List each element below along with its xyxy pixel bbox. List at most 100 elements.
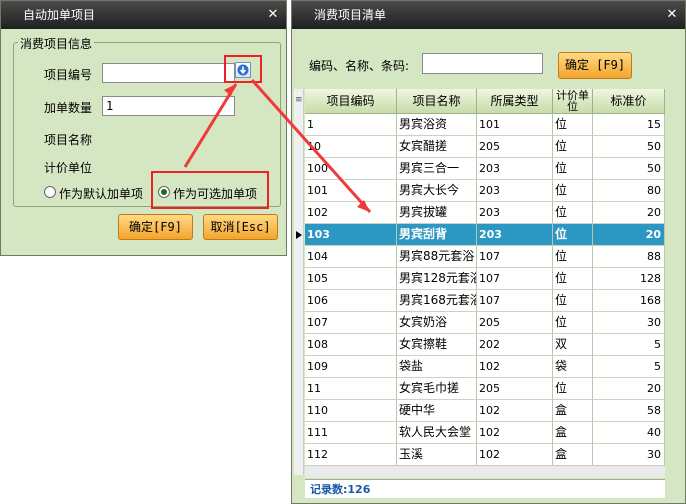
add-item-dialog: 自动加单项目 ✕ 消费项目信息 项目编号 加单数量 项目名称 计价单位 作为默认… (0, 0, 287, 256)
table-cell: 位 (553, 268, 593, 290)
table-cell: 男宾刮背 (397, 224, 477, 246)
table-cell: 106 (305, 290, 397, 312)
item-info-group-title: 消费项目信息 (18, 35, 95, 52)
table-cell: 107 (305, 312, 397, 334)
arrow-down-icon (237, 64, 249, 76)
table-cell: 205 (477, 136, 553, 158)
table-cell: 102 (477, 444, 553, 465)
table-cell: 盒 (553, 444, 593, 465)
table-cell: 男宾三合一 (397, 158, 477, 180)
table-cell: 110 (305, 400, 397, 422)
table-cell: 10 (305, 136, 397, 158)
table-cell: 107 (477, 246, 553, 268)
table-cell: 5 (593, 356, 665, 378)
table-cell: 30 (593, 312, 665, 334)
table-cell: 盒 (553, 422, 593, 444)
table-cell: 128 (593, 268, 665, 290)
column-header-4[interactable]: 标准价 (593, 89, 665, 114)
item-name-label: 项目名称 (44, 133, 93, 147)
table-cell: 80 (593, 180, 665, 202)
table-cell: 硬中华 (397, 400, 477, 422)
close-icon[interactable]: ✕ (665, 1, 679, 29)
table-cell: 102 (477, 400, 553, 422)
table-cell: 168 (593, 290, 665, 312)
table-cell: 软人民大会堂 (397, 422, 477, 444)
table-cell: 女宾擦鞋 (397, 334, 477, 356)
table-cell: 女宾醋搓 (397, 136, 477, 158)
table-cell: 104 (305, 246, 397, 268)
table-cell: 109 (305, 356, 397, 378)
table-cell: 男宾拔罐 (397, 202, 477, 224)
quantity-label: 加单数量 (44, 101, 93, 115)
close-icon[interactable]: ✕ (266, 1, 280, 29)
item-list-titlebar: 消费项目清单 ✕ (292, 1, 685, 29)
row-indicator-column: ≡ (294, 89, 304, 475)
column-header-1[interactable]: 项目名称 (397, 89, 477, 114)
table-cell: 107 (477, 268, 553, 290)
table-cell: 男宾浴资 (397, 114, 477, 136)
table-cell: 103 (305, 224, 397, 246)
table-cell: 盒 (553, 400, 593, 422)
default-option-radio[interactable] (44, 186, 56, 198)
table-cell: 20 (593, 224, 665, 246)
table-cell: 205 (477, 312, 553, 334)
item-code-label: 项目编号 (44, 68, 93, 82)
table-cell: 女宾奶浴 (397, 312, 477, 334)
table-cell: 5 (593, 334, 665, 356)
table-cell: 20 (593, 378, 665, 400)
table-cell: 位 (553, 202, 593, 224)
column-header-0[interactable]: 项目编码 (305, 89, 397, 114)
table-cell: 108 (305, 334, 397, 356)
optional-option-radio[interactable] (158, 186, 170, 198)
table-cell: 58 (593, 400, 665, 422)
record-count: 记录数:126 (310, 483, 371, 496)
table-cell: 203 (477, 180, 553, 202)
ok-button[interactable]: 确定[F9] (118, 214, 193, 240)
table-cell: 女宾毛巾搓 (397, 378, 477, 400)
table-cell: 50 (593, 136, 665, 158)
table-cell: 位 (553, 312, 593, 334)
item-list-title: 消费项目清单 (314, 8, 387, 22)
optional-option-label[interactable]: 作为可选加单项 (173, 185, 257, 202)
table-cell: 男宾88元套浴 (397, 246, 477, 268)
table-cell: 20 (593, 202, 665, 224)
table-cell: 位 (553, 158, 593, 180)
table-cell: 102 (305, 202, 397, 224)
table-cell: 205 (477, 378, 553, 400)
table-cell: 202 (477, 334, 553, 356)
search-label: 编码、名称、条码: (309, 59, 410, 73)
table-cell: 双 (553, 334, 593, 356)
table-cell: 203 (477, 202, 553, 224)
table-cell: 袋盐 (397, 356, 477, 378)
table-cell: 88 (593, 246, 665, 268)
table-cell: 40 (593, 422, 665, 444)
table-cell: 15 (593, 114, 665, 136)
table-cell: 男宾128元套浴 (397, 268, 477, 290)
table-cell: 位 (553, 180, 593, 202)
table-cell: 袋 (553, 356, 593, 378)
header-grip-icon: ≡ (295, 95, 303, 105)
table-cell: 位 (553, 246, 593, 268)
table-cell: 203 (477, 224, 553, 246)
item-code-dropdown-button[interactable] (235, 62, 251, 78)
item-table: 项目编码 项目名称 所属类型 计价单位 标准价 1 男宾浴资 101 位 15 10 女宾醋搓 205 位… (305, 89, 665, 465)
default-option-label[interactable]: 作为默认加单项 (59, 185, 143, 202)
grid-hscroll[interactable] (305, 465, 665, 478)
table-cell: 位 (553, 290, 593, 312)
table-cell: 1 (305, 114, 397, 136)
table-cell: 50 (593, 158, 665, 180)
table-cell: 111 (305, 422, 397, 444)
quantity-input[interactable] (102, 96, 235, 116)
table-cell: 位 (553, 114, 593, 136)
cancel-button[interactable]: 取消[Esc] (203, 214, 278, 240)
column-header-3[interactable]: 计价单位 (553, 89, 593, 114)
table-cell: 203 (477, 158, 553, 180)
item-code-input[interactable] (102, 63, 235, 83)
search-confirm-button[interactable]: 确定 [F9] (558, 52, 632, 79)
search-input[interactable] (422, 53, 543, 74)
table-cell: 位 (553, 224, 593, 246)
row-pointer-icon (296, 231, 302, 239)
column-header-2[interactable]: 所属类型 (477, 89, 553, 114)
table-cell: 男宾168元套浴 (397, 290, 477, 312)
unit-label: 计价单位 (44, 161, 93, 175)
